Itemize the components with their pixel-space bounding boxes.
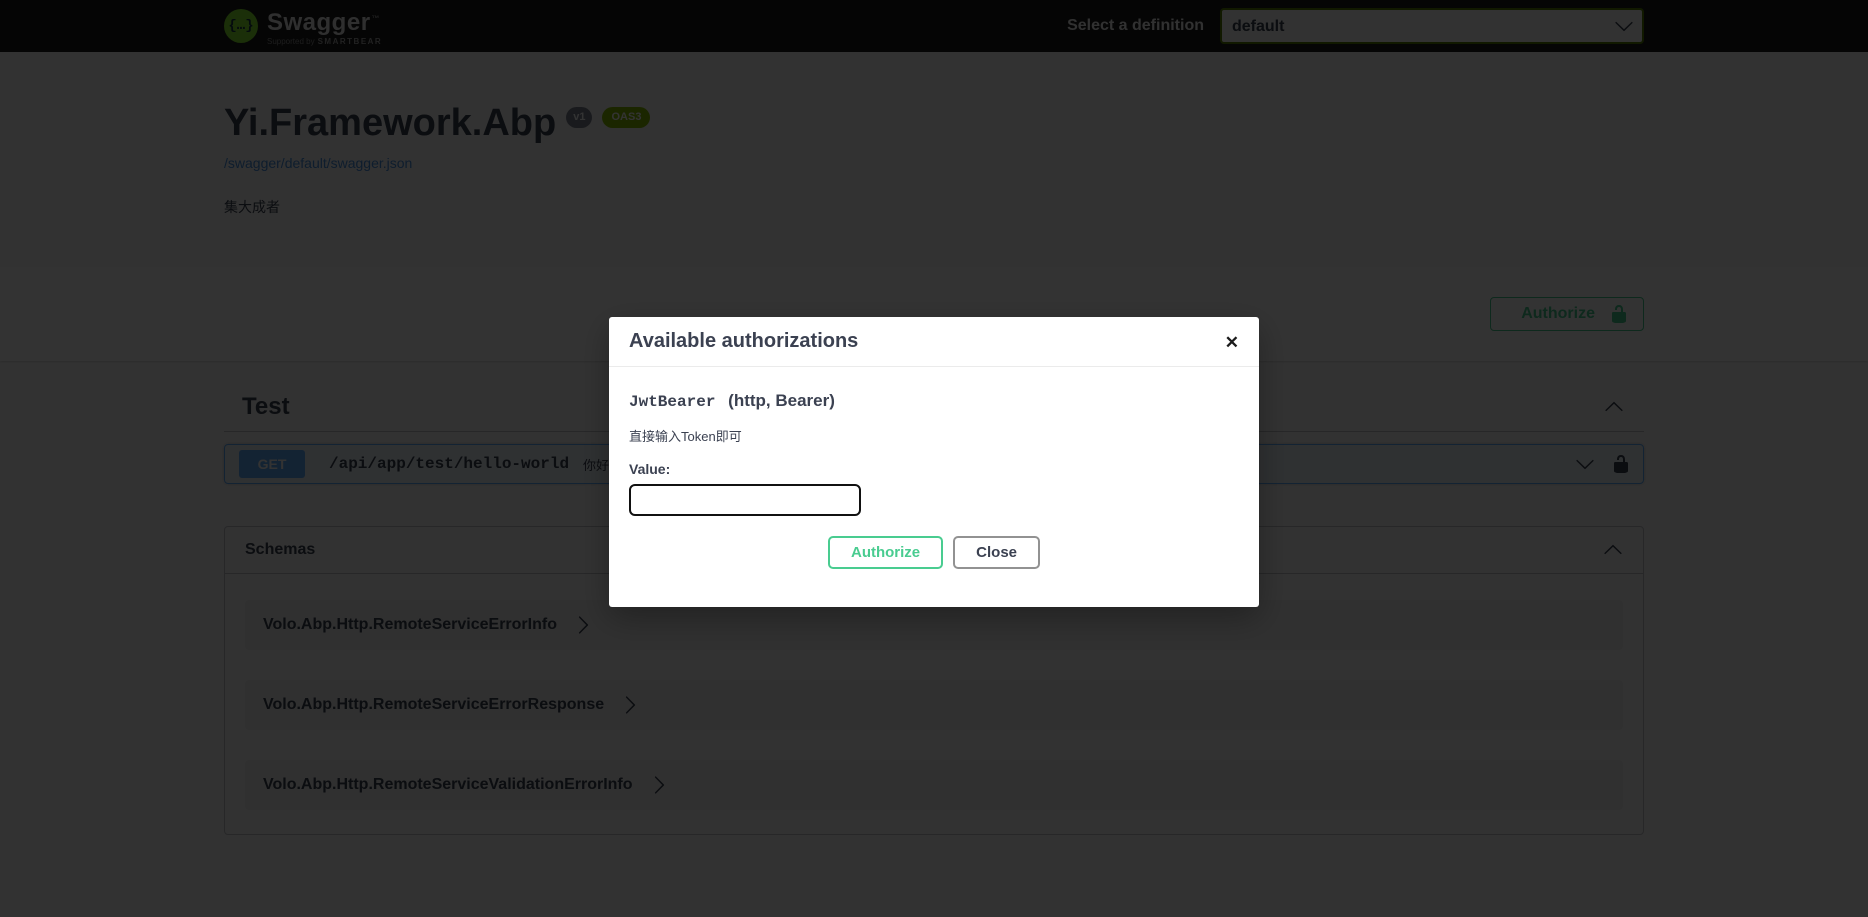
scheme-name: JwtBearer bbox=[629, 393, 715, 411]
token-input[interactable] bbox=[629, 484, 861, 516]
modal-close-button[interactable]: Close bbox=[953, 536, 1040, 569]
scheme-description: 直接输入Token即可 bbox=[629, 426, 1239, 445]
modal-body: JwtBearer (http, Bearer) 直接输入Token即可 Val… bbox=[609, 367, 1259, 607]
auth-modal: Available authorizations ✕ JwtBearer (ht… bbox=[609, 317, 1259, 607]
modal-title: Available authorizations bbox=[629, 330, 1239, 353]
modal-button-row: Authorize Close bbox=[629, 536, 1239, 569]
value-label: Value: bbox=[629, 461, 1239, 477]
modal-header: Available authorizations ✕ bbox=[609, 317, 1259, 367]
scheme-title: JwtBearer (http, Bearer) bbox=[629, 391, 1239, 411]
close-icon[interactable]: ✕ bbox=[1221, 329, 1243, 357]
modal-authorize-button[interactable]: Authorize bbox=[828, 536, 943, 569]
auth-dialog: Available authorizations ✕ JwtBearer (ht… bbox=[0, 0, 1868, 917]
scheme-type: (http, Bearer) bbox=[728, 391, 835, 410]
